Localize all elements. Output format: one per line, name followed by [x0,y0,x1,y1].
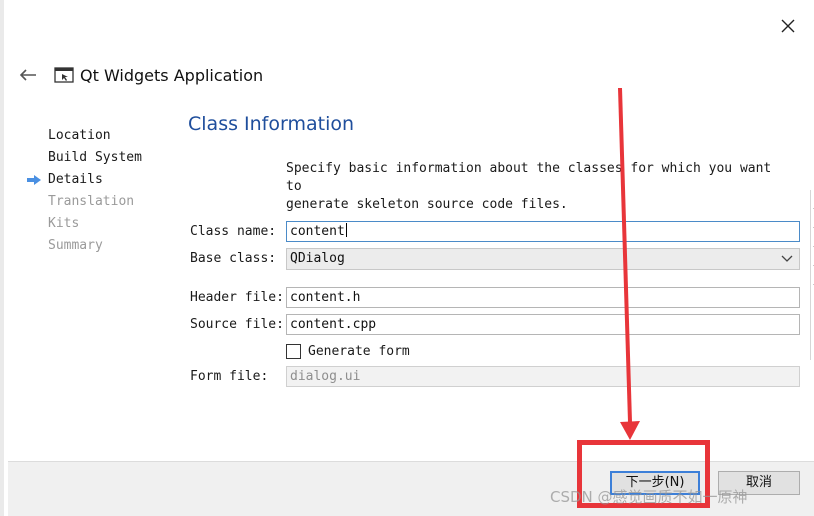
step-build-system[interactable]: Build System [26,148,176,170]
form-file-value: dialog.ui [290,369,361,384]
step-details[interactable]: Details [26,170,176,192]
text-caret [345,223,347,237]
header-file-input[interactable]: content.h [286,287,800,308]
form-file-input: dialog.ui [286,366,800,387]
step-translation: Translation [26,192,176,214]
base-class-value: QDialog [290,251,345,266]
step-label: Location [48,128,111,143]
page-description: Specify basic information about the clas… [286,160,786,214]
class-name-input[interactable]: content [286,221,800,242]
wizard-header: Qt Widgets Application [16,60,263,90]
new-project-wizard-dialog: Qt Widgets Application Location Build Sy… [0,0,814,516]
step-kits: Kits [26,214,176,236]
wizard-title: Qt Widgets Application [80,65,264,85]
back-button[interactable] [16,63,40,87]
source-file-label: Source file: [190,317,284,332]
step-summary: Summary [26,236,176,258]
step-location[interactable]: Location [26,126,176,148]
step-label: Build System [48,150,142,165]
background-window-edge [810,190,814,360]
step-label: Details [48,172,103,187]
form-file-label: Form file: [190,369,269,384]
header-file-label: Header file: [190,290,284,305]
current-step-arrow-icon [27,175,41,185]
class-name-label: Class name: [190,224,277,239]
source-file-value: content.cpp [290,317,377,332]
step-label: Kits [48,216,80,231]
source-file-input[interactable]: content.cpp [286,314,800,335]
description-line-2: generate skeleton source code files. [286,197,568,212]
close-button[interactable] [774,14,802,40]
generate-form-checkbox-row[interactable]: Generate form [286,342,410,360]
back-arrow-icon [19,69,36,81]
base-class-label: Base class: [190,251,277,266]
wizard-steps-list: Location Build System Details Translatio… [26,126,176,258]
step-label: Summary [48,238,103,253]
close-icon [781,19,795,33]
description-line-1: Specify basic information about the clas… [286,161,772,194]
application-window-icon [54,67,74,83]
base-class-select[interactable]: QDialog [286,248,800,270]
page-title: Class Information [188,113,355,135]
class-name-value: content [290,224,345,239]
step-label: Translation [48,194,135,209]
generate-form-checkbox[interactable] [286,343,301,359]
watermark-text: CSDN @感觉画质不如一原神 [550,488,748,506]
chevron-down-icon [781,255,793,262]
generate-form-label: Generate form [308,343,410,359]
header-file-value: content.h [290,290,361,305]
